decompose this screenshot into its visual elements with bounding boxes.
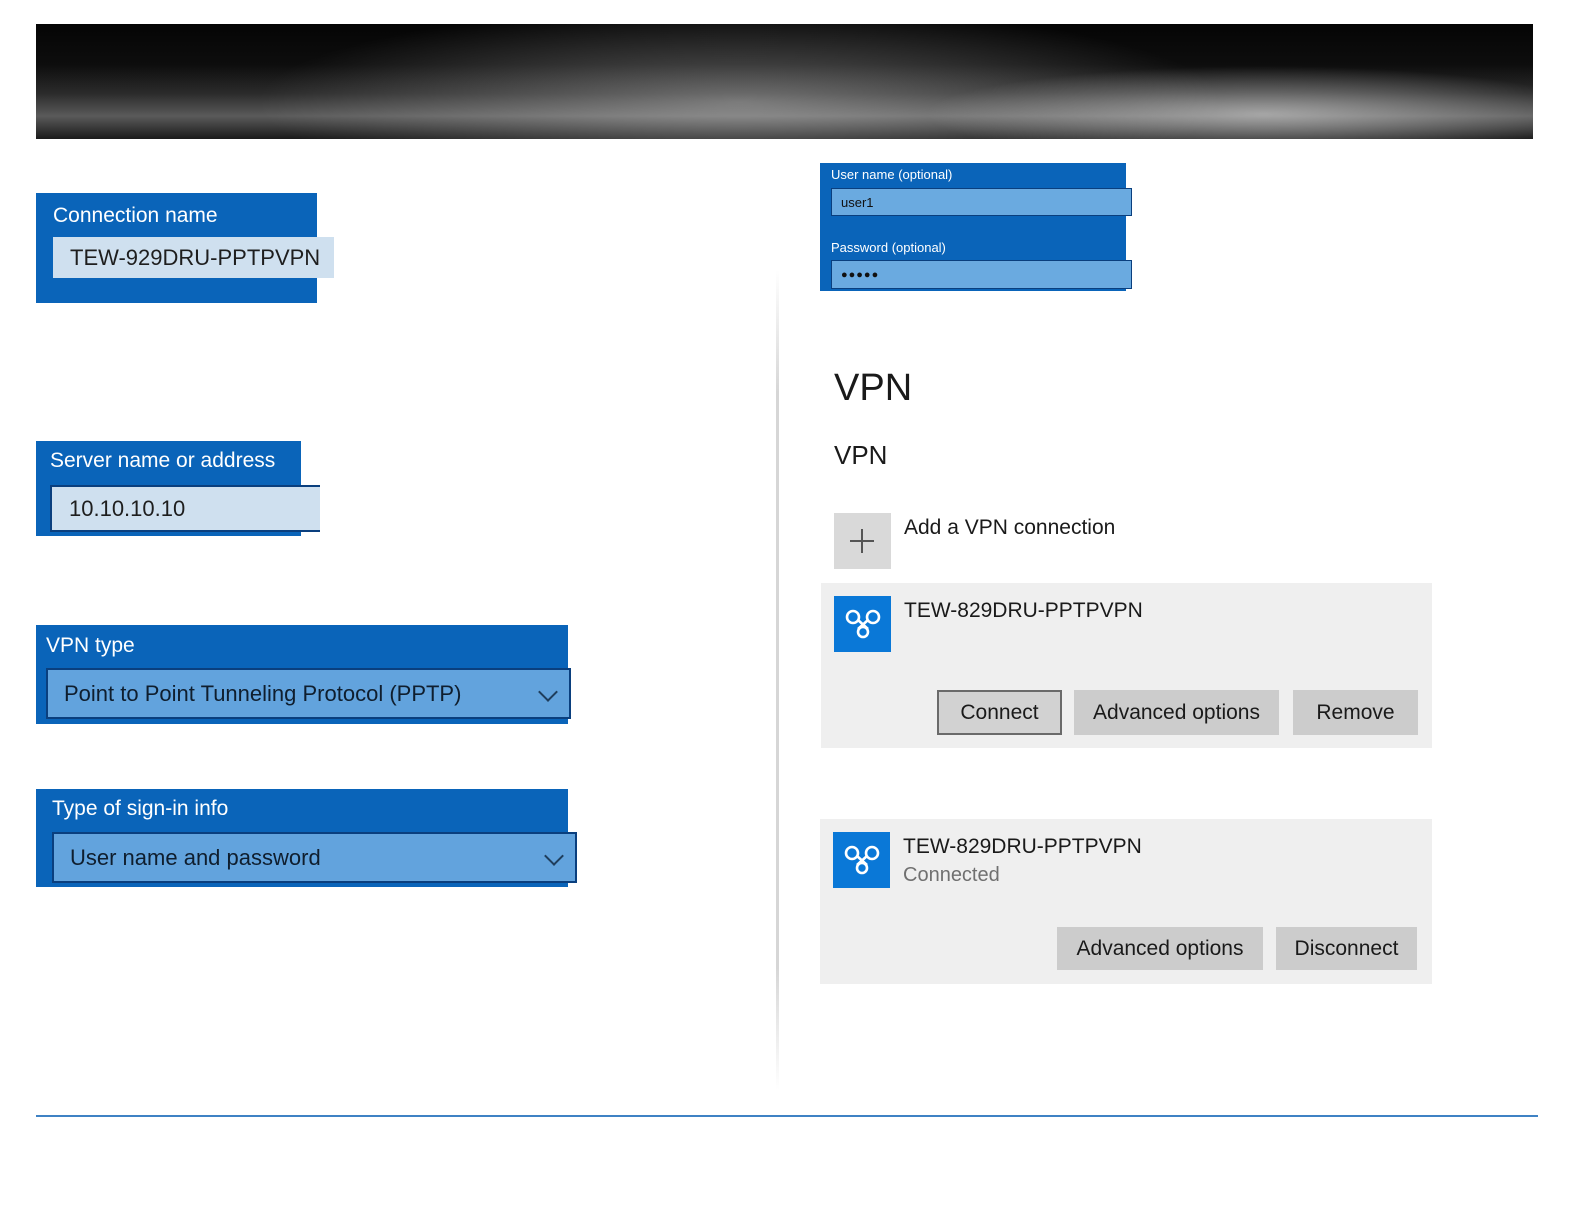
vpn-type-panel: VPN type Point to Point Tunneling Protoc… [36,625,571,724]
vpn-link-icon [833,832,890,888]
vpn-type-value: Point to Point Tunneling Protocol (PPTP) [64,680,462,706]
signin-type-label: Type of sign-in info [52,797,229,820]
server-label: Server name or address [50,449,276,472]
connection-status: Connected [903,864,1000,886]
connection-name-input[interactable]: TEW-929DRU-PPTPVPN [53,237,334,278]
add-vpn-button[interactable] [834,513,891,569]
username-label: User name (optional) [831,167,953,182]
password-label: Password (optional) [831,240,946,255]
credentials-panel: User name (optional) user1 Password (opt… [820,163,1132,291]
vpn-connection-name: TEW-829DRU-PPTPVPN [904,599,1143,622]
page-title: VPN [834,367,913,409]
header-banner [36,24,1533,139]
column-divider [776,270,779,1090]
server-panel: Server name or address 10.10.10.10 [36,441,320,536]
connection-name-panel: Connection name TEW-929DRU-PPTPVPN [36,193,334,303]
disconnect-button[interactable]: Disconnect [1276,927,1417,970]
footer-divider [36,1115,1538,1117]
advanced-options-button[interactable]: Advanced options [1074,690,1279,735]
username-input[interactable]: user1 [831,188,1132,216]
section-title: VPN [834,440,888,470]
add-vpn-label[interactable]: Add a VPN connection [904,516,1115,540]
vpn-type-label: VPN type [46,634,135,657]
server-address-input[interactable]: 10.10.10.10 [50,485,320,532]
signin-type-panel: Type of sign-in info User name and passw… [36,789,577,887]
password-input[interactable]: ●●●●● [831,260,1132,289]
signin-type-value: User name and password [70,844,321,870]
chevron-down-icon [538,681,558,702]
vpn-type-select[interactable]: Point to Point Tunneling Protocol (PPTP) [46,668,571,719]
signin-type-select[interactable]: User name and password [52,832,577,883]
vpn-link-icon [834,596,891,652]
chevron-down-icon [544,845,564,866]
connection-name-label: Connection name [53,204,218,227]
connect-button[interactable]: Connect [937,690,1062,735]
remove-button[interactable]: Remove [1293,690,1418,735]
vpn-connection-name: TEW-829DRU-PPTPVPN [903,835,1142,858]
advanced-options-button[interactable]: Advanced options [1057,927,1263,970]
